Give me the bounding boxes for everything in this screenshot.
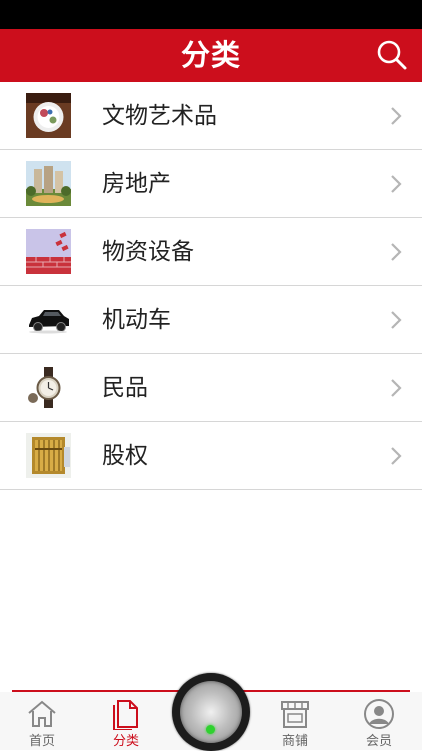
category-row-equity[interactable]: 股权 [0,422,422,490]
shop-icon [281,701,309,728]
category-row-materials-equipment[interactable]: 物资设备 [0,218,422,286]
abacus-thumbnail [26,433,71,478]
antique-vase-thumbnail [26,93,71,138]
chevron-right-icon [391,107,402,125]
page-title: 分类 [180,38,241,72]
tab-label: 商铺 [281,734,308,749]
tab-label: 会员 [365,734,392,749]
category-icon [113,700,138,730]
category-label: 文物艺术品 [102,103,217,129]
tab-member[interactable]: 会员 [349,692,409,750]
status-bar [0,0,422,29]
materials-equipment-thumbnail [26,229,71,274]
search-icon [377,40,407,70]
chevron-right-icon [391,175,402,193]
status-led [206,725,215,734]
category-label: 民品 [102,375,148,401]
category-row-vehicles[interactable]: 机动车 [0,286,422,354]
real-estate-thumbnail [26,161,71,206]
category-row-consumer-goods[interactable]: 民品 [0,354,422,422]
home-icon [28,700,56,727]
category-label: 机动车 [102,307,171,333]
chevron-right-icon [391,311,402,329]
tab-label: 分类 [112,734,139,749]
chevron-right-icon [391,243,402,261]
category-row-real-estate[interactable]: 房地产 [0,150,422,218]
category-label: 物资设备 [102,239,194,265]
tab-label: 首页 [28,734,55,749]
category-label: 股权 [102,443,148,469]
category-row-antiques[interactable]: 文物艺术品 [0,82,422,150]
car-thumbnail [26,297,71,342]
tab-shop[interactable]: 商铺 [265,692,325,750]
header-bar: 分类 [0,29,422,82]
chevron-right-icon [391,447,402,465]
search-button[interactable] [372,35,412,75]
category-list: 文物艺术品 房地产 物资设备 机动车 民品 股权 [0,82,422,490]
category-label: 房地产 [102,171,171,197]
center-knob-button[interactable] [172,673,250,751]
watch-thumbnail [26,365,71,410]
member-icon [364,699,394,729]
tab-home[interactable]: 首页 [12,692,72,750]
chevron-right-icon [391,379,402,397]
tab-category[interactable]: 分类 [96,692,156,750]
